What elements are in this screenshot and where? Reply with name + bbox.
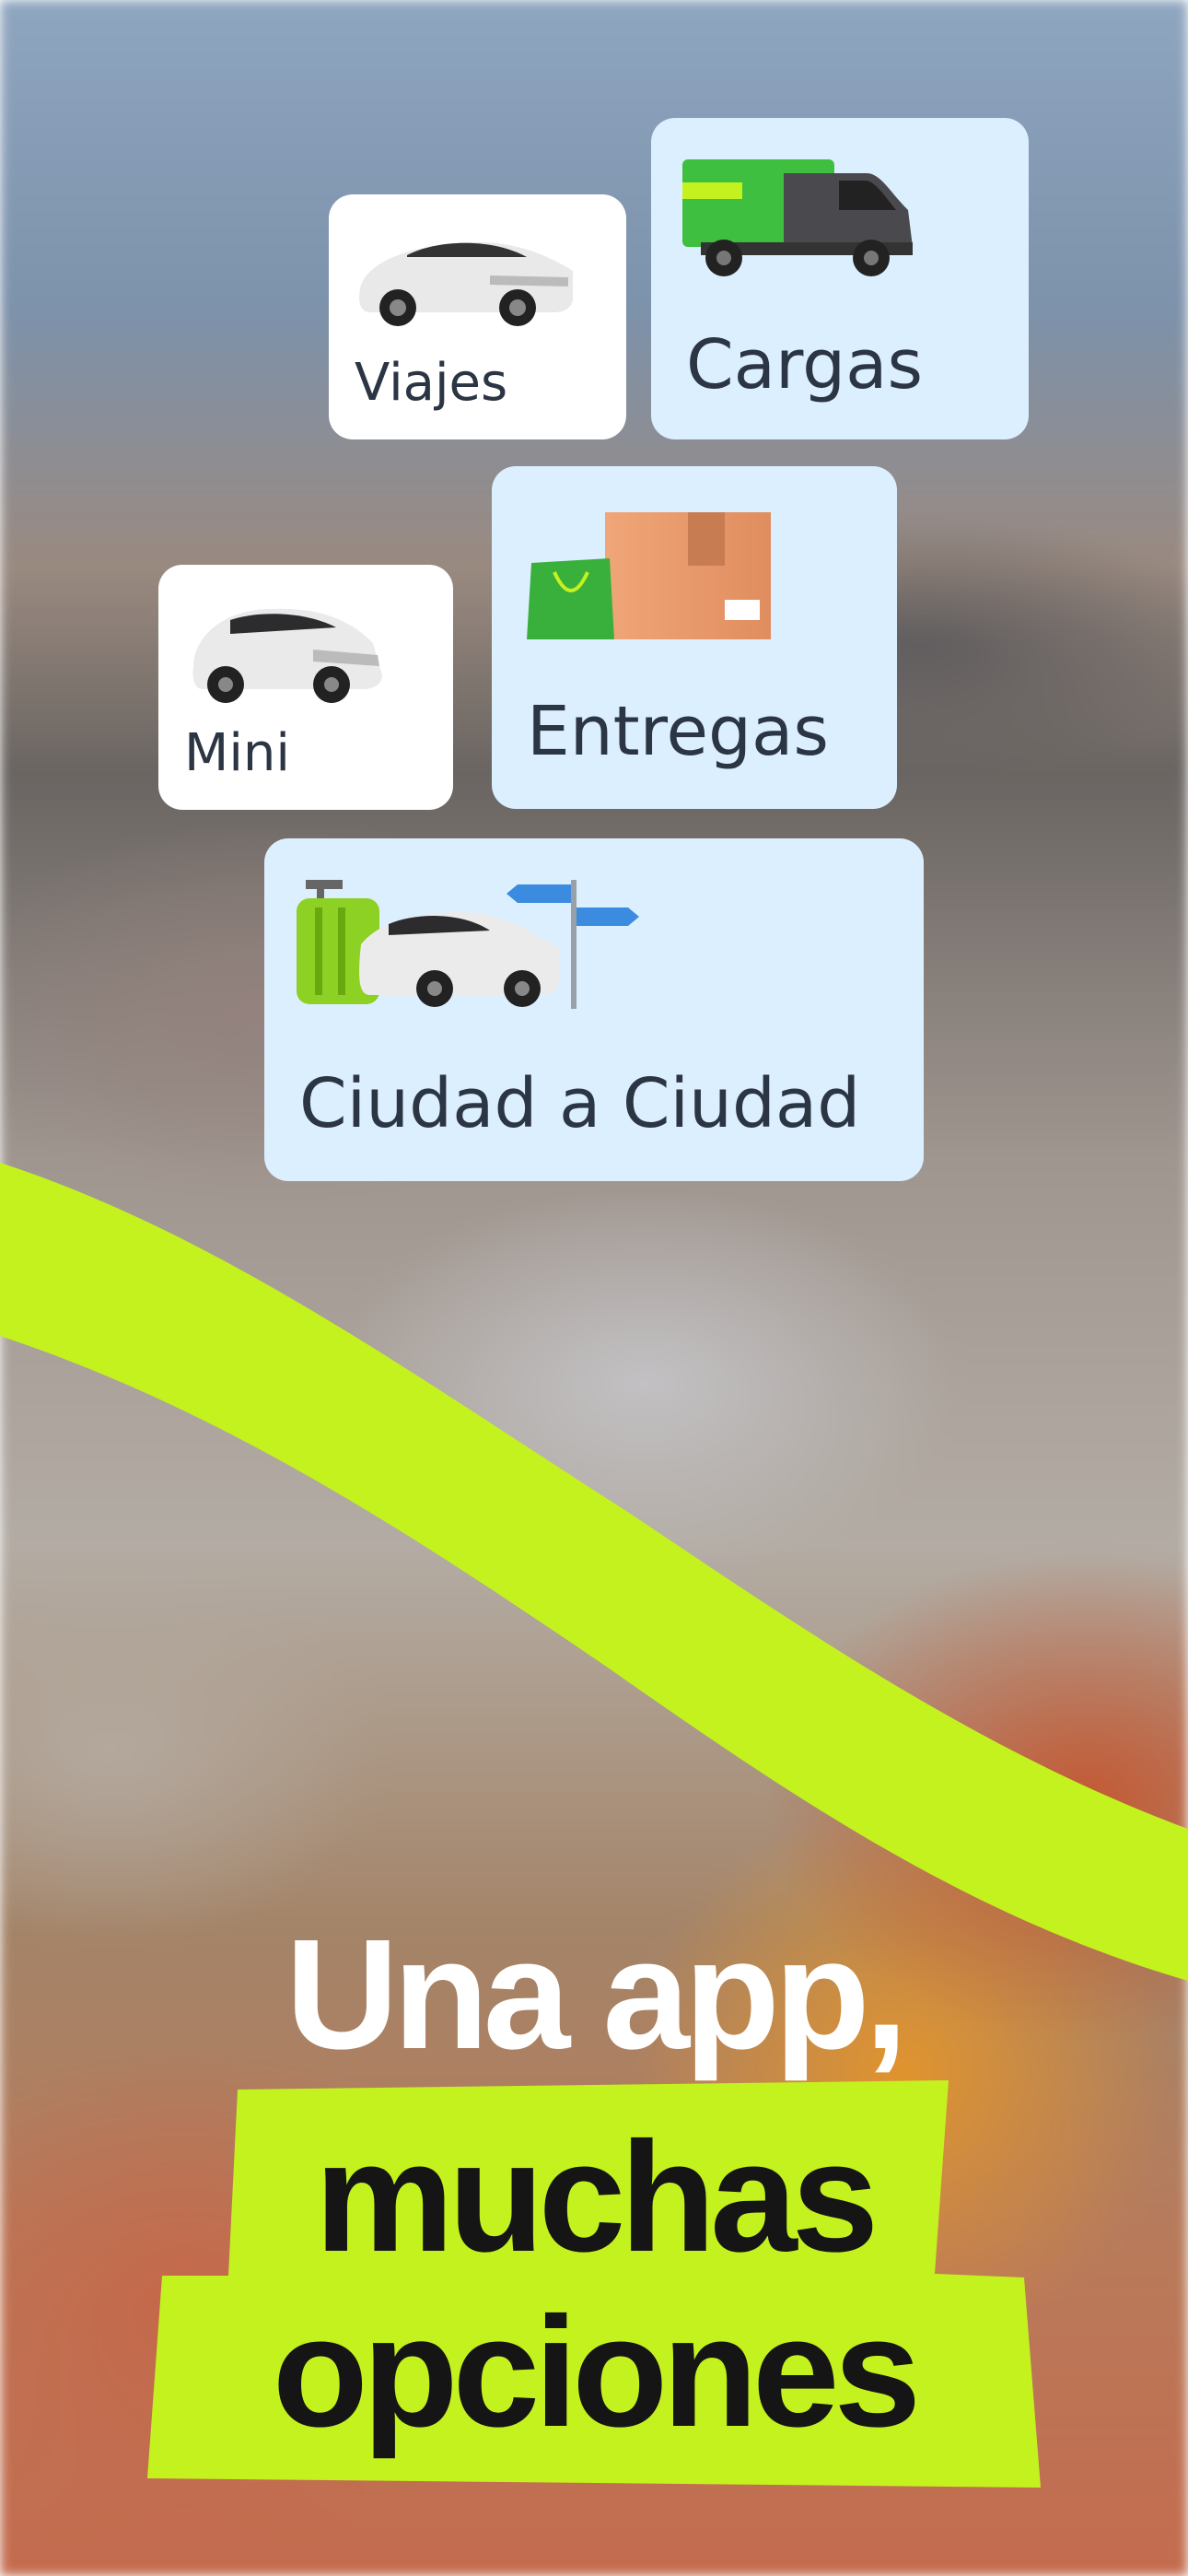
service-label: Mini: [184, 723, 290, 783]
service-label: Viajes: [355, 353, 508, 413]
service-card-entregas[interactable]: Entregas: [492, 466, 897, 809]
service-card-ciudad-a-ciudad[interactable]: Ciudad a Ciudad: [264, 838, 924, 1181]
service-card-cargas[interactable]: Cargas: [651, 118, 1029, 439]
service-card-viajes[interactable]: Viajes: [329, 194, 626, 439]
compact-car-icon: [192, 608, 382, 703]
luggage-car-signpost-icon: [297, 880, 639, 1009]
package-icon: [527, 512, 771, 639]
headline-line-3: opciones: [272, 2285, 921, 2460]
service-label: Ciudad a Ciudad: [299, 1064, 861, 1143]
truck-icon: [682, 159, 913, 276]
service-label: Entregas: [527, 692, 829, 771]
headline-line-1: Una app,: [285, 1907, 908, 2082]
service-label: Cargas: [686, 325, 924, 404]
service-card-mini[interactable]: Mini: [158, 565, 453, 810]
car-icon: [359, 241, 573, 326]
headline-line-2: muchas: [314, 2110, 879, 2285]
